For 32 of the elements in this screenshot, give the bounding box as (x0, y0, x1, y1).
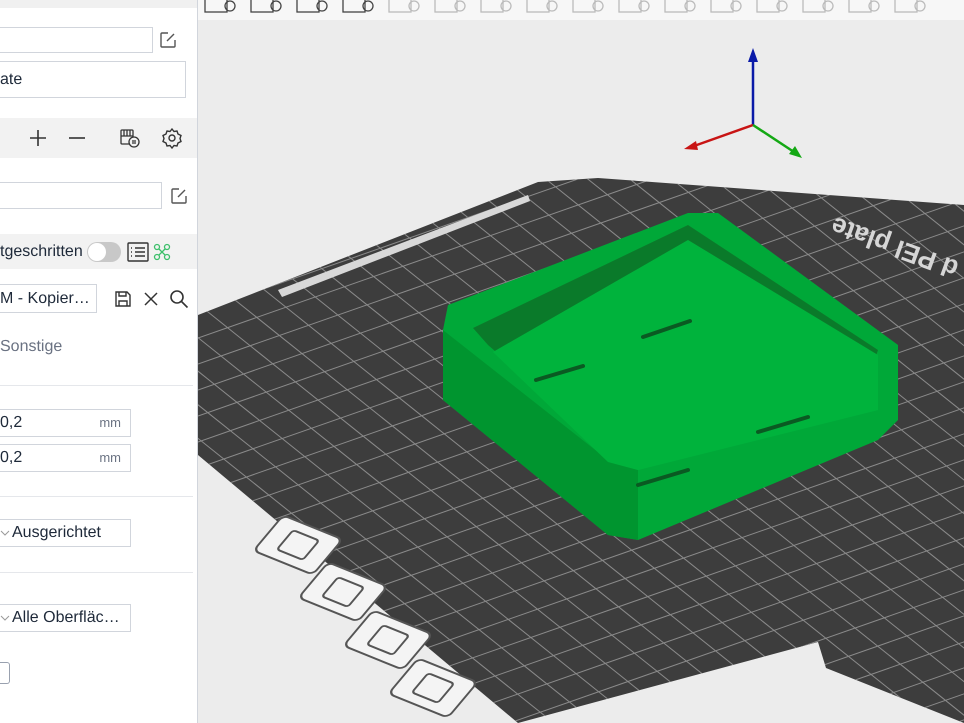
plus-icon[interactable] (28, 128, 48, 148)
edit-icon[interactable] (159, 31, 177, 49)
save-icon[interactable] (114, 290, 132, 308)
process-preset-dropdown[interactable]: M - Kopier… (0, 284, 97, 313)
numeric-field[interactable]: 0,2 mm (0, 409, 131, 437)
close-icon[interactable] (143, 290, 159, 306)
settings-icon[interactable] (161, 127, 183, 149)
plate-type-field[interactable]: ate (0, 61, 186, 98)
chevron-icon (0, 529, 10, 537)
3d-viewport[interactable]: d PEI plate (198, 0, 964, 723)
unit-label: mm (99, 449, 121, 468)
unit-label: mm (99, 414, 121, 432)
list-icon[interactable] (126, 242, 149, 262)
numeric-field[interactable]: 0,2 mm (0, 444, 131, 472)
spool-sync-icon[interactable] (119, 127, 141, 149)
field-value: 0,2 (0, 448, 22, 468)
dropdown-value: Alle Oberfläc… (12, 608, 120, 628)
advanced-toggle[interactable] (86, 242, 121, 262)
field-value: 0,2 (0, 413, 22, 433)
search-icon[interactable] (169, 288, 189, 308)
advanced-label: tgeschritten (0, 242, 83, 262)
printer-field[interactable] (0, 27, 153, 53)
dropdown-value: Ausgerichtet (12, 523, 101, 543)
chevron-icon (0, 614, 10, 622)
checkbox[interactable] (0, 662, 10, 684)
dropdown[interactable]: Ausgerichtet (0, 519, 131, 547)
others-tab[interactable]: Sonstige (0, 335, 62, 359)
nodes-icon[interactable] (152, 242, 171, 260)
dropdown[interactable]: Alle Oberfläc… (0, 604, 131, 632)
bed-label: d PEI plate (826, 210, 962, 285)
edit-icon[interactable] (170, 186, 188, 204)
filament-field[interactable] (0, 182, 162, 209)
